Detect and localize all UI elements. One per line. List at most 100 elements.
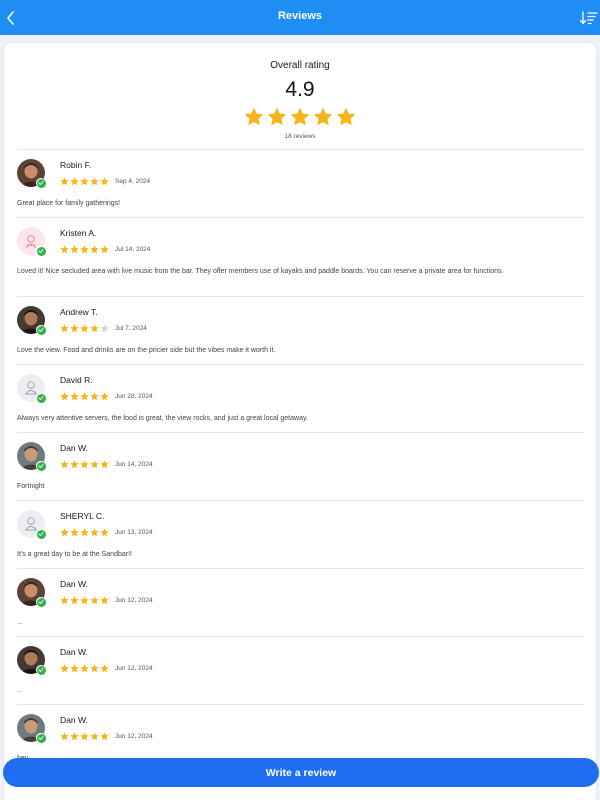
- review-item[interactable]: Dan W. Jun 12, 2024...: [17, 568, 584, 636]
- review-date: Jun 13, 2024: [115, 529, 153, 536]
- review-rating-stars: [60, 245, 109, 254]
- verified-check-icon: [36, 393, 46, 403]
- review-rating-stars: [60, 664, 109, 673]
- review-rating-stars: [60, 528, 109, 537]
- star-icon: [60, 596, 69, 605]
- verified-check-icon: [36, 529, 46, 539]
- review-item[interactable]: SHERYL C. Jun 13, 2024 It's a great day to…: [17, 500, 584, 568]
- write-review-button[interactable]: Write a review: [3, 758, 599, 787]
- star-icon: [336, 107, 356, 127]
- verified-check-icon: [36, 246, 46, 256]
- star-icon: [60, 528, 69, 537]
- star-icon: [80, 596, 89, 605]
- reviewer-name: Dan W.: [60, 579, 88, 589]
- star-icon: [80, 392, 89, 401]
- star-icon: [90, 245, 99, 254]
- review-count: 18 reviews: [284, 133, 316, 140]
- star-icon: [70, 245, 79, 254]
- star-icon: [80, 177, 89, 186]
- review-rating-stars: [60, 732, 109, 741]
- star-icon: [60, 177, 69, 186]
- star-icon: [100, 732, 109, 741]
- review-text: Fortnight: [17, 483, 45, 490]
- star-icon: [70, 528, 79, 537]
- star-icon: [70, 324, 79, 333]
- star-icon: [70, 392, 79, 401]
- star-icon: [90, 324, 99, 333]
- verified-check-icon: [36, 325, 46, 335]
- review-date: Jun 12, 2024: [115, 733, 153, 740]
- star-icon: [70, 177, 79, 186]
- review-date: Sep 4, 2024: [115, 178, 151, 185]
- overall-rating-stars: [4, 107, 596, 127]
- review-rating-stars: [60, 324, 109, 333]
- review-text: It's a great day to be at the Sandbar!!: [17, 551, 132, 558]
- verified-check-icon: [36, 733, 46, 743]
- verified-check-icon: [36, 178, 46, 188]
- star-icon: [60, 324, 69, 333]
- review-item[interactable]: Andrew T. Jul 7, 2024 Love the view. Food …: [17, 296, 584, 364]
- reviewer-name: Dan W.: [60, 715, 88, 725]
- reviewer-name: Dan W.: [60, 443, 88, 453]
- star-icon: [70, 460, 79, 469]
- star-icon: [90, 664, 99, 673]
- star-icon: [80, 528, 89, 537]
- reviewer-name: SHERYL C.: [60, 511, 105, 521]
- star-icon: [90, 460, 99, 469]
- review-text: ..: [17, 687, 21, 694]
- star-icon: [80, 245, 89, 254]
- star-icon: [90, 732, 99, 741]
- star-icon: [80, 732, 89, 741]
- star-icon: [100, 177, 109, 186]
- star-icon: [313, 107, 333, 127]
- star-icon: [70, 664, 79, 673]
- overall-rating-label: Overall rating: [270, 60, 330, 71]
- star-icon: [244, 107, 264, 127]
- review-date: Jun 28, 2024: [115, 393, 153, 400]
- star-icon: [290, 107, 310, 127]
- star-icon: [100, 392, 109, 401]
- star-icon: [90, 177, 99, 186]
- overall-rating-value: 4.9: [285, 78, 315, 101]
- review-rating-stars: [60, 392, 109, 401]
- review-text: Always very attentive servers, the food …: [17, 415, 308, 422]
- star-icon: [90, 596, 99, 605]
- star-icon: [90, 392, 99, 401]
- review-item[interactable]: Dan W. Jun 14, 2024 Fortnight: [17, 432, 584, 500]
- review-date: Jun 14, 2024: [115, 461, 153, 468]
- reviewer-name: Andrew T.: [60, 307, 98, 317]
- sort-button[interactable]: [578, 5, 600, 30]
- reviewer-name: Robin F.: [60, 160, 92, 170]
- review-text: ...: [17, 619, 23, 626]
- review-list[interactable]: Robin F. Sep 4, 2024 Great place for famil…: [17, 149, 584, 772]
- star-icon: [100, 245, 109, 254]
- star-icon: [100, 528, 109, 537]
- page-title: Reviews: [277, 10, 323, 22]
- review-item[interactable]: David R. Jun 28, 2024 Always very attentiv…: [17, 364, 584, 432]
- review-date: Jun 12, 2024: [115, 665, 153, 672]
- review-item[interactable]: Kristen A. Jul 14, 2024 Loved it! Nice sec…: [17, 217, 584, 296]
- star-icon: [100, 596, 109, 605]
- top-app-bar: Reviews: [0, 0, 600, 35]
- review-date: Jun 12, 2024: [115, 597, 153, 604]
- review-rating-stars: [60, 177, 109, 186]
- review-item[interactable]: Dan W. Jun 12, 2024..: [17, 636, 584, 704]
- verified-check-icon: [36, 461, 46, 471]
- star-icon: [60, 460, 69, 469]
- star-icon: [60, 664, 69, 673]
- reviewer-name: David R.: [60, 375, 93, 385]
- review-rating-stars: [60, 460, 109, 469]
- review-text: Loved it! Nice secluded area with live m…: [17, 268, 504, 275]
- star-icon: [70, 596, 79, 605]
- rating-summary: Overall rating 4.9 18 reviews: [4, 43, 596, 148]
- star-icon: [100, 324, 109, 333]
- star-icon: [80, 664, 89, 673]
- star-icon: [100, 664, 109, 673]
- review-item[interactable]: Robin F. Sep 4, 2024 Great place for famil…: [17, 149, 584, 217]
- star-icon: [80, 324, 89, 333]
- reviewer-name: Dan W.: [60, 647, 88, 657]
- review-rating-stars: [60, 596, 109, 605]
- star-icon: [60, 392, 69, 401]
- review-text: Great place for family gatherings!: [17, 200, 121, 207]
- reviewer-name: Kristen A.: [60, 228, 97, 238]
